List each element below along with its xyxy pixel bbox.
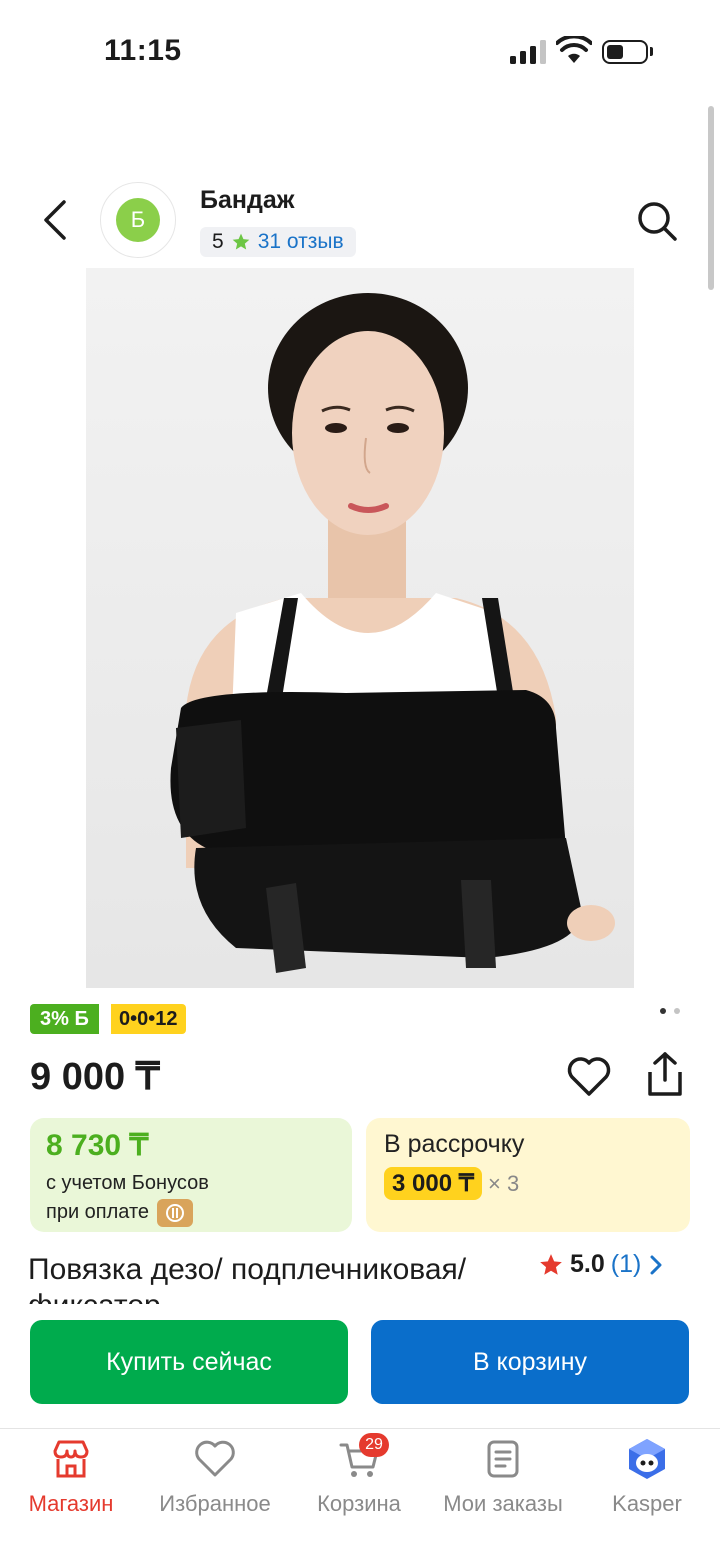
tab-favorites-label: Избранное — [159, 1491, 271, 1516]
pager-dot-active — [660, 1008, 666, 1014]
tab-kasper-label: Kasper — [612, 1491, 682, 1516]
shop-rating-value: 5 — [212, 230, 224, 253]
tab-shop[interactable]: Магазин — [1, 1435, 141, 1531]
installment-multiplier: × 3 — [488, 1170, 520, 1196]
chevron-right-icon — [650, 1255, 662, 1274]
shop-avatar-letter: Б — [116, 198, 160, 242]
shop-avatar[interactable]: Б — [100, 182, 176, 258]
tab-kasper[interactable]: Kasper — [577, 1435, 717, 1531]
shop-rating-pill[interactable]: 5 31 отзыв — [200, 227, 356, 257]
payment-card-icon — [157, 1198, 194, 1227]
bottom-tab-bar: Магазин Избранное 29 Корзина Мои заказы — [0, 1428, 720, 1565]
tab-cart[interactable]: 29 Корзина — [289, 1433, 429, 1531]
product-image[interactable] — [86, 268, 634, 988]
product-price: 9 000 ₸ — [30, 1056, 160, 1098]
wifi-icon — [556, 36, 592, 63]
battery-icon — [602, 40, 648, 64]
bonus-price-card[interactable]: 8 730 ₸ с учетом Бонусов при оплате — [30, 1118, 352, 1232]
cart-icon-wrap: 29 — [337, 1433, 389, 1481]
tab-cart-label: Корзина — [317, 1491, 401, 1516]
bonus-text-1: с учетом Бонусов — [46, 1172, 209, 1194]
chevron-left-icon — [44, 200, 66, 240]
kasper-assistant-icon — [629, 1439, 665, 1479]
rating-count: (1) — [610, 1250, 642, 1278]
store-icon — [53, 1440, 89, 1478]
bonus-text-2: при оплате — [46, 1201, 150, 1223]
shop-name[interactable]: Бандаж — [200, 186, 294, 215]
installment-badge: 0•0•12 — [111, 1004, 186, 1034]
heart-icon — [195, 1440, 235, 1477]
search-icon[interactable] — [632, 196, 682, 246]
pager-dot — [674, 1008, 680, 1014]
shop-reviews-link[interactable]: 31 отзыв — [258, 230, 344, 254]
installment-row: 3 000 ₸ × 3 — [384, 1167, 672, 1200]
cart-count-badge: 29 — [359, 1433, 389, 1457]
tab-favorites[interactable]: Избранное — [145, 1435, 285, 1531]
installment-card[interactable]: В рассрочку 3 000 ₸ × 3 — [366, 1118, 690, 1232]
battery-tip — [650, 47, 653, 56]
product-photo-illustration — [86, 268, 634, 988]
bonus-line-1: с учетом Бонусов — [46, 1169, 336, 1198]
gallery-pager — [660, 1008, 690, 1016]
installment-title: В рассрочку — [384, 1130, 525, 1158]
tab-orders-label: Мои заказы — [443, 1491, 563, 1516]
star-icon — [232, 233, 250, 250]
cellular-signal-icon — [510, 40, 548, 64]
orders-icon — [487, 1440, 519, 1478]
bonus-line-2: при оплате — [46, 1198, 336, 1227]
status-time: 11:15 — [104, 34, 182, 67]
tab-orders[interactable]: Мои заказы — [433, 1435, 573, 1531]
buy-now-button[interactable]: Купить сейчас — [30, 1320, 348, 1404]
bonus-badge: 3% Б — [30, 1004, 99, 1034]
installment-amount: 3 000 ₸ — [384, 1167, 482, 1200]
tab-shop-label: Магазин — [28, 1491, 114, 1516]
add-to-cart-button[interactable]: В корзину — [371, 1320, 689, 1404]
back-button[interactable] — [30, 192, 80, 248]
rating-score: 5.0 — [570, 1250, 605, 1278]
product-title: Повязка дезо/ подплечниковая/фиксатор — [28, 1253, 467, 1304]
star-icon — [540, 1253, 562, 1275]
bonus-price: 8 730 ₸ — [46, 1129, 149, 1162]
heart-icon[interactable] — [566, 1054, 612, 1100]
scrollbar[interactable] — [708, 106, 714, 290]
share-icon[interactable] — [642, 1050, 688, 1100]
product-rating[interactable]: 5.0 (1) — [538, 1250, 665, 1279]
